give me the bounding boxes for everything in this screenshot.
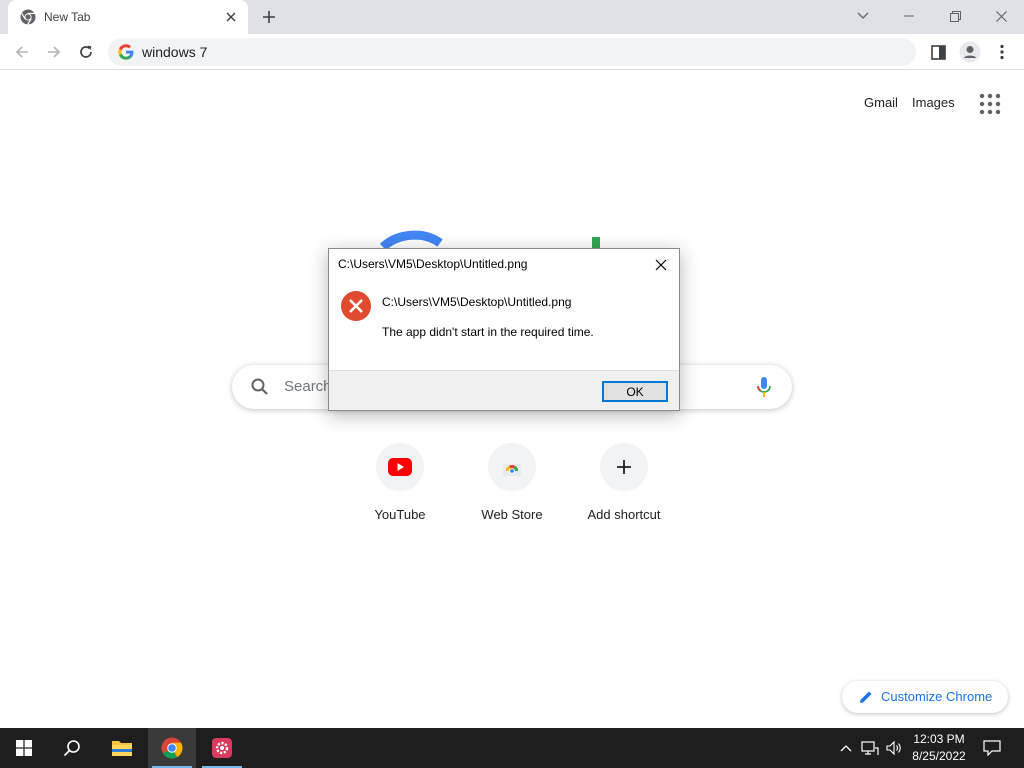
minimize-button[interactable]: [886, 0, 932, 32]
file-explorer-icon[interactable]: [98, 728, 146, 768]
dialog-title: C:\Users\VM5\Desktop\Untitled.png: [338, 257, 528, 271]
address-bar-text: windows 7: [142, 44, 208, 60]
tab-title: New Tab: [44, 10, 91, 24]
shortcut-label: YouTube: [374, 507, 426, 522]
dialog-close-icon[interactable]: [651, 255, 671, 275]
search-placeholder: Search: [284, 378, 332, 395]
new-tab-button[interactable]: [258, 6, 280, 28]
side-panel-icon[interactable]: [926, 40, 950, 64]
app-gear-icon[interactable]: [198, 728, 246, 768]
reload-button[interactable]: [74, 40, 98, 64]
tab-close-icon[interactable]: [222, 8, 240, 26]
google-logo: [379, 230, 600, 251]
chrome-icon: [20, 9, 36, 25]
clock-date: 8/25/2022: [912, 749, 966, 763]
web-store-icon: [488, 443, 536, 491]
error-icon: [340, 290, 372, 322]
error-dialog: C:\Users\VM5\Desktop\Untitled.png C:\Use…: [328, 248, 680, 411]
clock[interactable]: 12:03 PM 8/25/2022: [904, 731, 974, 765]
browser-toolbar: windows 7: [0, 34, 1024, 70]
window-close-button[interactable]: [978, 0, 1024, 32]
ok-button[interactable]: OK: [602, 381, 668, 402]
plus-icon: [600, 443, 648, 491]
taskbar-search-icon[interactable]: [48, 728, 96, 768]
tab-search-chevron-icon[interactable]: [840, 0, 886, 32]
dialog-file-path: C:\Users\VM5\Desktop\Untitled.png: [382, 295, 572, 309]
shortcut-label: Web Store: [481, 507, 543, 522]
microphone-icon[interactable]: [754, 376, 774, 398]
restore-button[interactable]: [932, 0, 978, 32]
shortcut-web-store[interactable]: Web Store: [456, 443, 568, 533]
customize-chrome-button[interactable]: Customize Chrome: [842, 681, 1008, 713]
menu-kebab-icon[interactable]: [990, 40, 1014, 64]
volume-icon[interactable]: [884, 738, 904, 758]
back-button[interactable]: [10, 40, 34, 64]
shortcut-youtube[interactable]: YouTube: [344, 443, 456, 533]
dialog-message: The app didn't start in the required tim…: [382, 325, 594, 339]
google-g-icon: [118, 44, 134, 60]
taskbar-chrome-icon[interactable]: [148, 728, 196, 768]
search-icon: [250, 377, 270, 397]
youtube-icon: [376, 443, 424, 491]
notifications-icon[interactable]: [982, 738, 1002, 758]
clock-time: 12:03 PM: [913, 732, 965, 746]
taskbar: 12:03 PM 8/25/2022: [0, 728, 1024, 768]
screen: New Tab windows 7 Gmail Images Search Yo…: [0, 0, 1024, 768]
profile-avatar-icon[interactable]: [958, 40, 982, 64]
network-icon[interactable]: [860, 738, 880, 758]
start-button[interactable]: [0, 728, 48, 768]
tab-new-tab[interactable]: New Tab: [8, 0, 248, 34]
show-hidden-icons-chevron-icon[interactable]: [836, 738, 856, 758]
tab-strip: New Tab: [0, 0, 1024, 34]
forward-button[interactable]: [42, 40, 66, 64]
address-bar[interactable]: windows 7: [108, 38, 916, 66]
shortcut-label: Add shortcut: [587, 507, 661, 522]
pencil-icon: [858, 689, 874, 705]
dialog-footer: OK: [329, 370, 679, 410]
shortcut-add[interactable]: Add shortcut: [568, 443, 680, 533]
customize-chrome-label: Customize Chrome: [881, 689, 993, 704]
